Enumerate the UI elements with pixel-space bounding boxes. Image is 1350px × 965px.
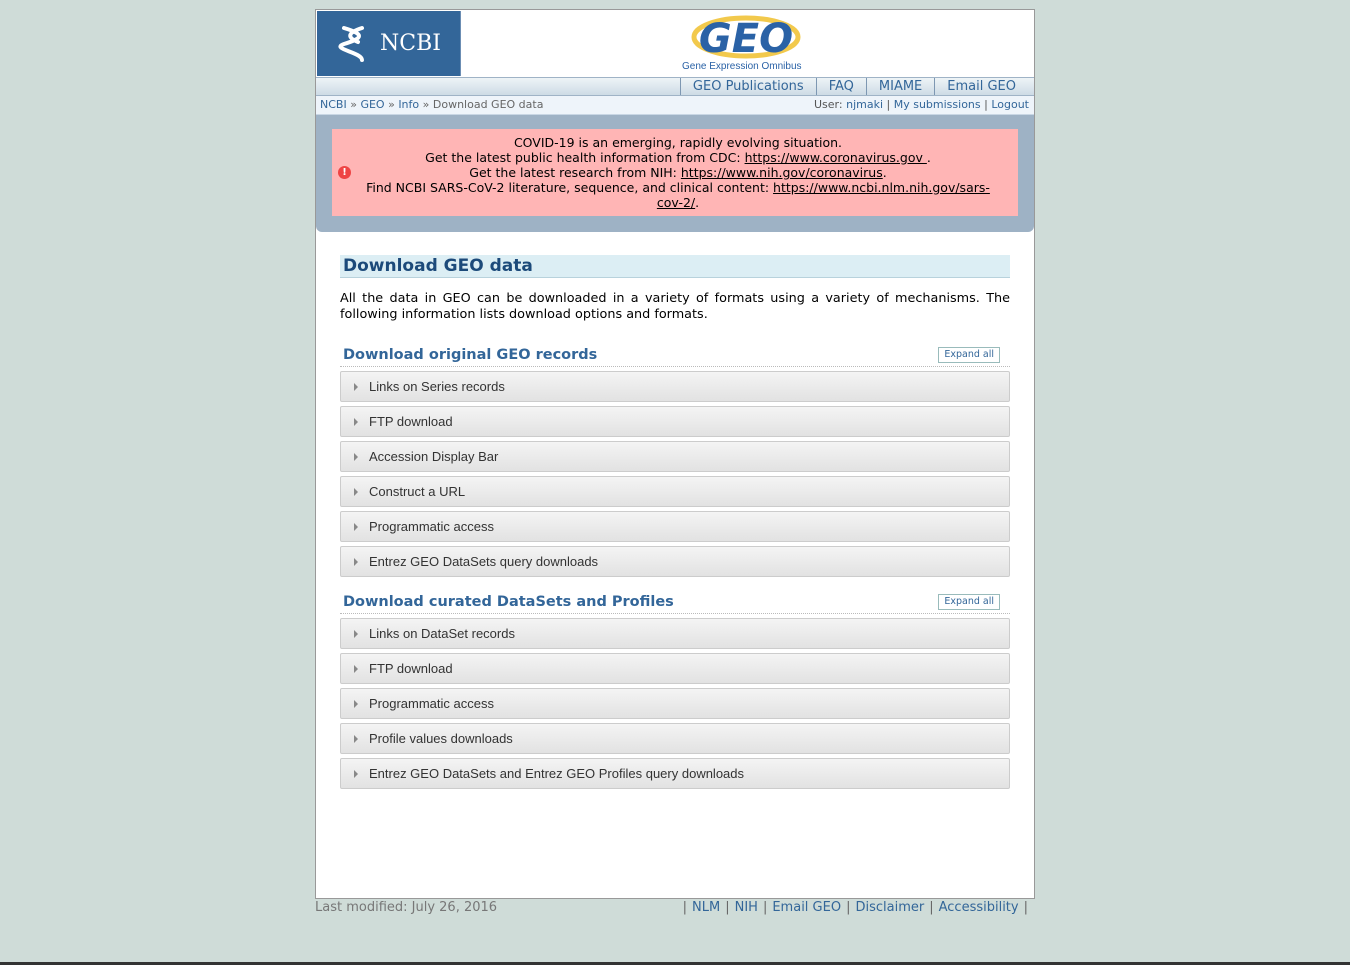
geo-subtitle: Gene Expression Omnibus [682, 61, 802, 72]
caret-right-icon [354, 700, 358, 708]
breadcrumb-ncbi[interactable]: NCBI [320, 98, 347, 111]
breadcrumb-separator: » [388, 98, 395, 111]
nav-faq[interactable]: FAQ [829, 79, 854, 94]
dna-helix-icon [338, 25, 365, 62]
caret-right-icon [354, 418, 358, 426]
accordion-ftp-download[interactable]: FTP download [340, 653, 1010, 684]
accordion-label: Construct a URL [369, 484, 466, 499]
accordion-label: Entrez GEO DataSets and Entrez GEO Profi… [369, 766, 745, 781]
intro-text: All the data in GEO can be downloaded in… [340, 291, 1010, 322]
expand-all-button[interactable]: Expand all [938, 594, 1000, 610]
caret-right-icon [354, 488, 358, 496]
expand-all-button[interactable]: Expand all [938, 347, 1000, 363]
accordion-links-dataset[interactable]: Links on DataSet records [340, 618, 1010, 649]
alert-line-4-text: Find NCBI SARS-CoV-2 literature, sequenc… [366, 180, 774, 195]
logout-link[interactable]: Logout [991, 98, 1029, 111]
accordion-label: FTP download [369, 661, 453, 676]
accordion-label: Links on DataSet records [369, 626, 515, 641]
alert-line-1: COVID-19 is an emerging, rapidly evolvin… [513, 135, 843, 150]
alert-period: . [695, 195, 700, 210]
user-name-link[interactable]: njmaki [846, 98, 883, 111]
caret-right-icon [354, 453, 358, 461]
geo-logo-link[interactable]: GEO Gene Expression Omnibus [676, 15, 816, 75]
main-content: Download GEO data All the data in GEO ca… [340, 255, 1010, 789]
caret-right-icon [354, 630, 358, 638]
accordion-programmatic-access[interactable]: Programmatic access [340, 511, 1010, 542]
site-header: NCBI GEO Gene Expression Omnibus [316, 10, 1034, 78]
caret-right-icon [354, 523, 358, 531]
page-title: Download GEO data [340, 255, 1010, 278]
alert-period: . [926, 150, 931, 165]
footer-link-disclaimer[interactable]: Disclaimer [855, 900, 924, 915]
cdc-link[interactable]: https://www.coronavirus.gov [745, 150, 927, 165]
last-modified: Last modified: July 26, 2016 [315, 900, 498, 915]
page-footer: Last modified: July 26, 2016 | NLM | NIH | Em… [315, 898, 1033, 918]
section-header: Download original GEO records Expand all [340, 344, 1010, 367]
geo-logo: GEO [691, 15, 801, 62]
ncbi-logo-link[interactable]: NCBI [317, 11, 461, 76]
footer-links: | NLM | NIH | Email GEO | Disclaimer | Accessibil… [682, 900, 1028, 915]
footer-link-nlm[interactable]: NLM [692, 900, 720, 915]
alert-line-4: Find NCBI SARS-CoV-2 literature, sequenc… [358, 180, 998, 210]
footer-link-accessibility[interactable]: Accessibility [939, 900, 1019, 915]
nav-miame[interactable]: MIAME [879, 79, 922, 94]
alert-period: . [882, 165, 887, 180]
accordion-label: Profile values downloads [369, 731, 513, 746]
user-bar: User: njmaki | My submissions | Logout [814, 98, 1029, 111]
warning-icon: ! [338, 166, 351, 179]
footer-link-email-geo[interactable]: Email GEO [772, 900, 841, 915]
accordion-label: FTP download [369, 414, 453, 429]
caret-right-icon [354, 735, 358, 743]
caret-right-icon [354, 383, 358, 391]
user-label: User: [814, 98, 843, 111]
breadcrumb-geo[interactable]: GEO [360, 98, 384, 111]
breadcrumb-separator: » [422, 98, 430, 111]
top-navigation: GEO Publications FAQ MIAME Email GEO [316, 77, 1034, 96]
breadcrumb-separator: » [350, 98, 357, 111]
alert-container: ! COVID-19 is an emerging, rapidly evolv… [316, 115, 1034, 232]
accordion-label: Accession Display Bar [369, 449, 499, 464]
breadcrumb-bar: NCBI » GEO » Info » Download GEO data Us… [316, 96, 1034, 115]
nav-email-geo[interactable]: Email GEO [947, 79, 1016, 94]
accordion-label: Programmatic access [369, 696, 494, 711]
accordion-datasets-query[interactable]: Entrez GEO DataSets query downloads [340, 546, 1010, 577]
caret-right-icon [354, 665, 358, 673]
accordion-label: Links on Series records [369, 379, 505, 394]
geo-logo-text: GEO [699, 16, 793, 62]
section-heading: Download curated DataSets and Profiles [343, 594, 674, 610]
breadcrumb: NCBI » GEO » Info » Download GEO data [320, 96, 543, 114]
breadcrumb-info[interactable]: Info [398, 98, 419, 111]
section-header: Download curated DataSets and Profiles E… [340, 591, 1010, 614]
nih-link[interactable]: https://www.nih.gov/coronavirus [681, 165, 883, 180]
breadcrumb-current: Download GEO data [432, 98, 544, 111]
accordion-accession-display-bar[interactable]: Accession Display Bar [340, 441, 1010, 472]
section-curated-datasets: Download curated DataSets and Profiles E… [340, 591, 1010, 789]
accordion-datasets-profiles-query[interactable]: Entrez GEO DataSets and Entrez GEO Profi… [340, 758, 1010, 789]
page-container: NCBI GEO Gene Expression Omnibus GEO Pub… [315, 9, 1035, 899]
accordion-label: Programmatic access [369, 519, 494, 534]
accordion-construct-url[interactable]: Construct a URL [340, 476, 1010, 507]
footer-link-nih[interactable]: NIH [735, 900, 758, 915]
accordion-profile-values[interactable]: Profile values downloads [340, 723, 1010, 754]
accordion-label: Entrez GEO DataSets query downloads [369, 554, 599, 569]
alert-line-3: Get the latest research from NIH: https:… [358, 165, 998, 180]
accordion-ftp-download[interactable]: FTP download [340, 406, 1010, 437]
accordion-links-series[interactable]: Links on Series records [340, 371, 1010, 402]
section-heading: Download original GEO records [343, 347, 598, 363]
my-submissions-link[interactable]: My submissions [894, 98, 981, 111]
section-original-records: Download original GEO records Expand all… [340, 344, 1010, 577]
covid-alert: ! COVID-19 is an emerging, rapidly evolv… [332, 129, 1018, 216]
alert-line-3-text: Get the latest research from NIH: [469, 165, 681, 180]
caret-right-icon [354, 770, 358, 778]
caret-right-icon [354, 558, 358, 566]
ncbi-logo-text: NCBI [380, 31, 441, 56]
nav-geo-publications[interactable]: GEO Publications [693, 79, 804, 94]
accordion-programmatic-access[interactable]: Programmatic access [340, 688, 1010, 719]
alert-line-2-text: Get the latest public health information… [425, 150, 745, 165]
alert-line-2: Get the latest public health information… [358, 150, 998, 165]
